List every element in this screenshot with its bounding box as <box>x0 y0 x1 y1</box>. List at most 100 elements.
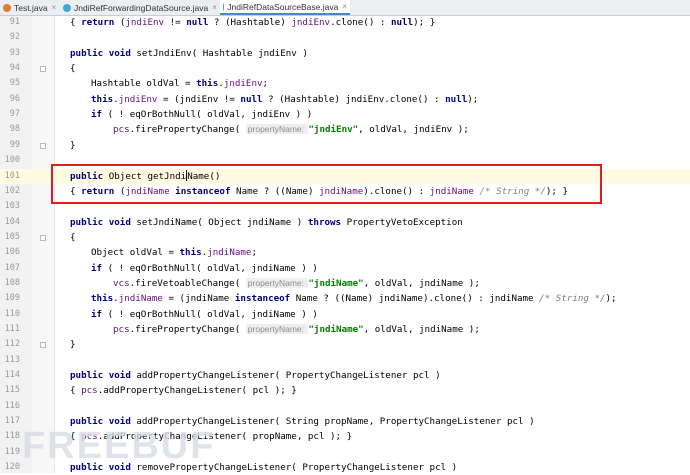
token: { <box>70 63 76 74</box>
token: null <box>240 94 263 105</box>
token: = (jndiName <box>162 293 235 304</box>
token: pcs <box>113 324 130 335</box>
close-tab-icon[interactable]: × <box>342 2 347 11</box>
token: , oldVal, jndiEnv ); <box>358 124 469 135</box>
code-line[interactable]: 99} <box>0 138 690 153</box>
line-number: 108 <box>4 278 20 288</box>
line-number: 92 <box>9 32 20 42</box>
code-line[interactable]: 112} <box>0 337 690 352</box>
token: "jndiEnv" <box>308 124 359 135</box>
token: this <box>179 247 202 258</box>
token: this <box>91 94 114 105</box>
tab-label: JndiRefDataSourceBase.java <box>227 1 339 12</box>
code-text: { pcs.addPropertyChangeListener( pcl ); … <box>70 383 297 398</box>
token: ( ! eqOrBothNull( oldVal, jndiName ) ) <box>102 263 318 274</box>
token: jndiEnv <box>291 17 331 28</box>
token: addPropertyChangeListener( PropertyChang… <box>130 370 441 381</box>
code-line[interactable]: 96 this.jndiEnv = (jndiEnv != null ? (Has… <box>0 92 690 107</box>
code-line[interactable]: 116 <box>0 399 690 414</box>
line-number: 96 <box>9 94 20 104</box>
code-line[interactable]: 111 pcs.firePropertyChange( propertyName:… <box>0 322 690 337</box>
fold-marker-icon[interactable] <box>40 235 46 241</box>
tab-2[interactable]: JndiRefDataSourceBase.java × <box>220 0 350 15</box>
token: ); <box>605 293 617 304</box>
code-line[interactable]: 92 <box>0 30 690 45</box>
token: return <box>81 17 115 28</box>
token: ? (Hashtable) <box>208 17 292 28</box>
line-number: 93 <box>9 48 20 58</box>
fold-marker-icon[interactable] <box>40 143 46 149</box>
code-line[interactable]: 94 { <box>0 61 690 76</box>
token: { <box>70 385 82 396</box>
token: setJndiEnv( Hashtable jndiEnv ) <box>130 48 308 59</box>
code-line[interactable]: 104 public void setJndiName( Object jndiN… <box>0 215 690 230</box>
java-file-icon <box>3 3 11 12</box>
code-line[interactable]: 109 this.jndiName = (jndiName instanceof … <box>0 291 690 306</box>
line-number: 112 <box>4 339 20 349</box>
code-line[interactable]: 91{ return (jndiEnv != null ? (Hashtable… <box>0 15 690 30</box>
code-line[interactable]: 110 if ( ! eqOrBothNull( oldVal, jndiName… <box>0 307 690 322</box>
code-line[interactable]: 93 public void setJndiEnv( Hashtable jndi… <box>0 46 690 61</box>
code-text: public void addPropertyChangeListener( P… <box>70 368 441 383</box>
line-number: 107 <box>4 263 20 273</box>
code-line[interactable]: 105 { <box>0 230 690 245</box>
tab-label: JndiRefForwardingDataSource.java <box>74 2 209 13</box>
token: vcs <box>113 278 130 289</box>
token: jndiEnv <box>125 17 165 28</box>
line-number: 95 <box>9 78 20 88</box>
code-line[interactable]: 97 if ( ! eqOrBothNull( oldVal, jndiEnv )… <box>0 107 690 122</box>
line-number: 117 <box>4 416 20 426</box>
token: if <box>91 109 103 120</box>
code-line[interactable]: 115 { pcs.addPropertyChangeListener( pcl … <box>0 383 690 398</box>
editor-tab-bar: Test.java × JndiRefForwardingDataSource.ja… <box>0 0 690 16</box>
code-text: pcs.firePropertyChange( propertyName: "j… <box>113 122 469 137</box>
token: , oldVal, jndiName ); <box>363 324 480 335</box>
line-number: 97 <box>9 109 20 119</box>
code-text: public void setJndiEnv( Hashtable jndiEn… <box>70 46 308 61</box>
token: jndiEnv <box>223 78 263 89</box>
token: } <box>70 339 76 350</box>
close-tab-icon[interactable]: × <box>212 3 217 12</box>
token: Hashtable oldVal = <box>91 78 197 89</box>
line-number: 114 <box>4 370 20 380</box>
line-number: 99 <box>9 140 20 150</box>
token: .clone() : <box>330 17 391 28</box>
code-line[interactable]: 113 <box>0 353 690 368</box>
code-line[interactable]: 114 public void addPropertyChangeListener… <box>0 368 690 383</box>
token: ( ! eqOrBothNull( oldVal, jndiName ) ) <box>102 309 318 320</box>
code-text: } <box>70 337 76 352</box>
token: Name ? ((Name) jndiName).clone() : jndiN… <box>290 293 540 304</box>
tab-0[interactable]: Test.java × <box>0 0 60 15</box>
token: null <box>445 94 468 105</box>
fold-marker-icon[interactable] <box>40 66 46 72</box>
token: ); } <box>413 17 436 28</box>
line-number: 110 <box>4 309 20 319</box>
token: propertyName: <box>245 124 309 134</box>
line-number: 102 <box>4 186 20 196</box>
code-line[interactable]: 95 Hashtable oldVal = this.jndiEnv; <box>0 76 690 91</box>
token: ; <box>262 78 269 89</box>
token: ; <box>251 247 258 258</box>
code-text: this.jndiEnv = (jndiEnv != null ? (Hasht… <box>91 92 478 107</box>
code-line[interactable]: 106 Object oldVal = this.jndiName; <box>0 245 690 260</box>
token: jndiEnv <box>118 94 158 105</box>
code-text: { <box>70 230 76 245</box>
line-number: 100 <box>4 155 20 165</box>
code-text: if ( ! eqOrBothNull( oldVal, jndiEnv ) ) <box>91 107 312 122</box>
line-number: 113 <box>4 355 20 365</box>
token: pcs <box>113 124 130 135</box>
code-line[interactable]: 98 pcs.firePropertyChange( propertyName: … <box>0 122 690 137</box>
code-line[interactable]: 108 vcs.fireVetoableChange( propertyName:… <box>0 276 690 291</box>
close-tab-icon[interactable]: × <box>52 3 57 12</box>
java-class-icon <box>223 2 225 11</box>
code-text: } <box>70 138 76 153</box>
token: ( <box>114 17 126 28</box>
tab-1[interactable]: JndiRefForwardingDataSource.java × <box>60 0 220 15</box>
fold-marker-icon[interactable] <box>40 342 46 348</box>
line-number: 94 <box>9 63 20 73</box>
token: propertyName: <box>245 278 309 288</box>
token: ? (Hashtable) jndiEnv.clone() : <box>262 94 446 105</box>
java-class-icon <box>63 3 71 12</box>
code-line[interactable]: 107 if ( ! eqOrBothNull( oldVal, jndiName… <box>0 261 690 276</box>
token: public void <box>70 370 131 381</box>
